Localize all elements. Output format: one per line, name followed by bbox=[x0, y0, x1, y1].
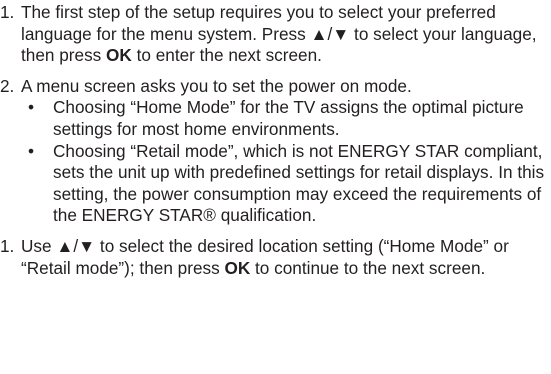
step-text: The first step of the setup requires you… bbox=[21, 2, 545, 67]
step-text-part: to enter the next screen. bbox=[131, 45, 322, 66]
step-power-on-mode: 2. A menu screen asks you to set the pow… bbox=[0, 76, 545, 98]
step-text: A menu screen asks you to set the power … bbox=[21, 75, 412, 96]
ok-key-label: OK bbox=[224, 257, 251, 278]
bullet-home-mode: • Choosing “Home Mode” for the TV assign… bbox=[21, 97, 545, 140]
ok-key-label: OK bbox=[106, 45, 132, 66]
bullet-retail-mode: • Choosing “Retail mode”, which is not E… bbox=[21, 141, 545, 227]
step-text-part: to continue to the next screen. bbox=[250, 257, 486, 278]
bullet-marker: • bbox=[28, 97, 35, 118]
bullet-text: Choosing “Home Mode” for the TV assigns … bbox=[53, 97, 524, 139]
step-select-location: 1. Use ▲/▼ to select the desired locatio… bbox=[0, 236, 545, 279]
bullet-text: Choosing “Retail mode”, which is not ENE… bbox=[53, 140, 545, 226]
step-select-language: 1. The first step of the setup requires … bbox=[0, 2, 545, 67]
step-power-on-mode-bullets: • Choosing “Home Mode” for the TV assign… bbox=[0, 97, 545, 227]
instruction-document: 1. The first step of the setup requires … bbox=[0, 2, 545, 279]
step-number: 2. bbox=[0, 75, 15, 96]
step-number: 1. bbox=[0, 235, 15, 256]
step-number: 1. bbox=[0, 2, 15, 22]
bullet-marker: • bbox=[28, 140, 35, 161]
step-text: Use ▲/▼ to select the desired location s… bbox=[21, 236, 545, 279]
